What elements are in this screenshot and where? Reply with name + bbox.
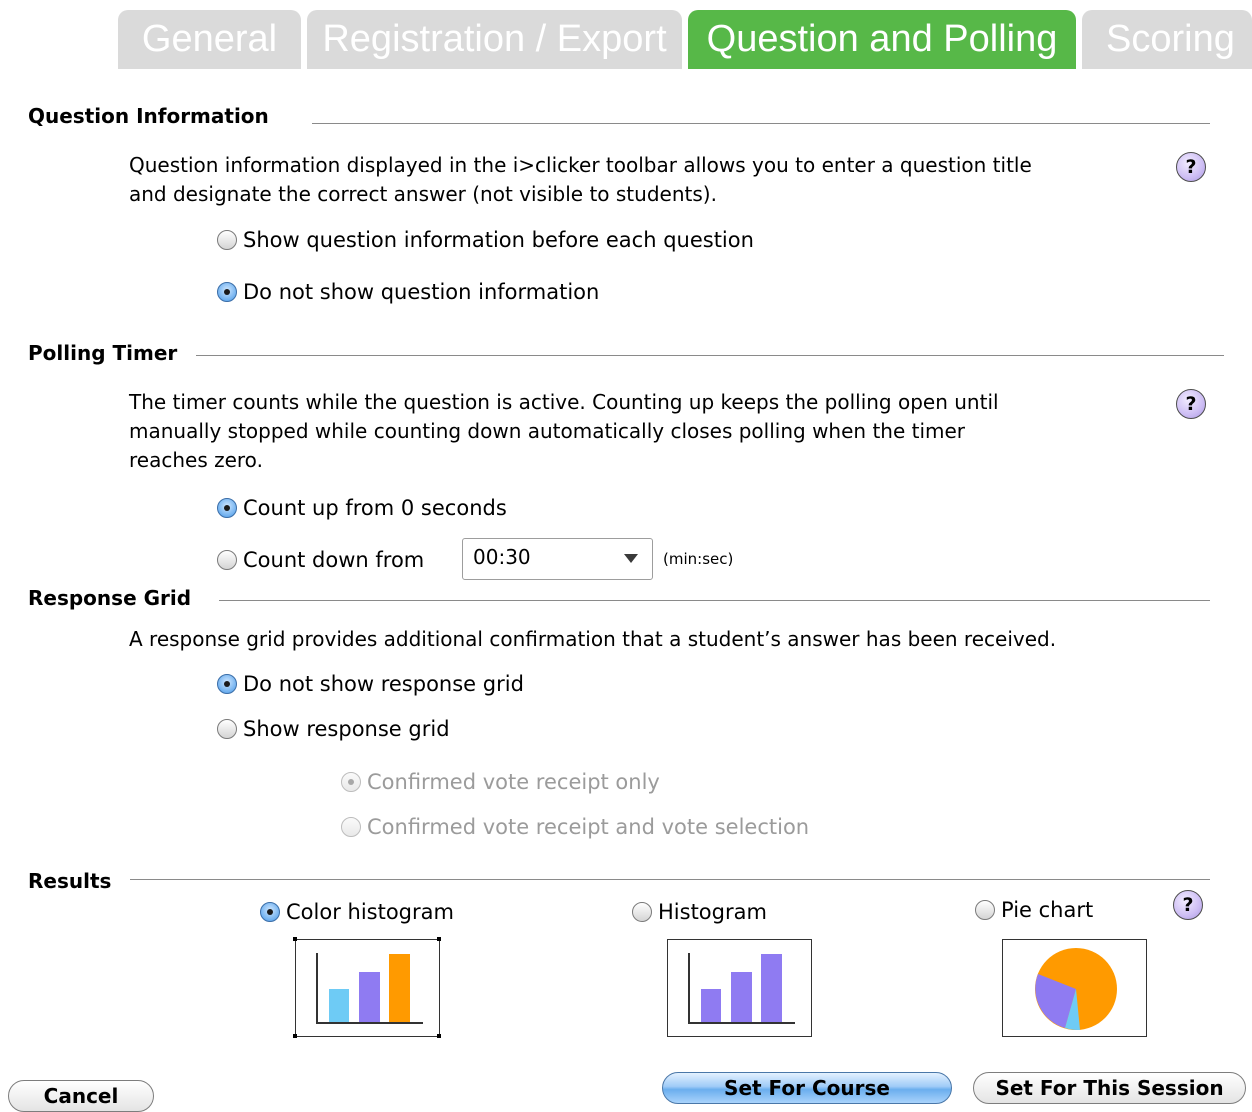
radio-label: Color histogram — [286, 900, 454, 924]
section-divider — [130, 879, 1210, 880]
radio-icon-selected-disabled — [341, 772, 361, 792]
selection-handle — [437, 1034, 441, 1038]
section-title-question-information: Question Information — [28, 104, 269, 128]
radio-label: Count up from 0 seconds — [243, 496, 507, 520]
radio-label: Confirmed vote receipt only — [367, 770, 660, 794]
set-for-course-button[interactable]: Set For Course — [662, 1072, 952, 1104]
section-divider — [312, 123, 1210, 124]
radio-icon-selected[interactable] — [217, 282, 237, 302]
radio-confirmed-vote-receipt-only: Confirmed vote receipt only — [341, 770, 660, 794]
radio-label: Do not show question information — [243, 280, 600, 304]
radio-icon[interactable] — [217, 719, 237, 739]
radio-do-not-show-question-info[interactable]: Do not show question information — [217, 280, 599, 304]
tab-registration-export[interactable]: Registration / Export — [307, 10, 682, 69]
description-line: manually stopped while counting down aut… — [129, 419, 966, 443]
radio-icon[interactable] — [632, 902, 652, 922]
section-divider — [219, 600, 1210, 601]
radio-icon[interactable] — [217, 550, 237, 570]
radio-label: Do not show response grid — [243, 672, 524, 696]
section-title-polling-timer: Polling Timer — [28, 341, 178, 365]
radio-pie-chart[interactable]: Pie chart — [975, 898, 1093, 922]
countdown-value: 00:30 — [473, 545, 531, 569]
radio-confirmed-vote-receipt-and-selection: Confirmed vote receipt and vote selectio… — [341, 815, 809, 839]
radio-icon-selected[interactable] — [217, 674, 237, 694]
tab-general[interactable]: General — [118, 10, 301, 69]
pie-chart-icon — [1035, 948, 1117, 1031]
histogram-icon — [688, 953, 795, 1024]
set-for-this-session-button[interactable]: Set For This Session — [973, 1072, 1246, 1104]
section-title-response-grid: Response Grid — [28, 586, 192, 610]
radio-icon-disabled — [341, 817, 361, 837]
section-divider — [196, 355, 1224, 356]
radio-label: Confirmed vote receipt and vote selectio… — [367, 815, 810, 839]
radio-do-not-show-response-grid[interactable]: Do not show response grid — [217, 672, 524, 696]
question-info-description: Question information displayed in the i>… — [129, 151, 1169, 209]
color-histogram-icon — [316, 953, 423, 1024]
radio-label: Histogram — [658, 900, 767, 924]
selection-handle — [293, 937, 297, 941]
help-icon[interactable]: ? — [1176, 152, 1206, 182]
help-icon[interactable]: ? — [1176, 389, 1206, 419]
help-icon[interactable]: ? — [1173, 890, 1203, 920]
selection-handle — [437, 937, 441, 941]
description-line: The timer counts while the question is a… — [129, 390, 999, 414]
tab-scoring[interactable]: Scoring — [1082, 10, 1252, 69]
radio-label: Count down from — [243, 548, 425, 572]
radio-label: Pie chart — [1001, 898, 1094, 922]
chevron-down-icon[interactable] — [624, 554, 638, 563]
tab-question-and-polling[interactable]: Question and Polling — [688, 10, 1076, 69]
radio-color-histogram[interactable]: Color histogram — [260, 900, 454, 924]
radio-label: Show response grid — [243, 717, 450, 741]
radio-icon-selected[interactable] — [260, 902, 280, 922]
histogram-preview[interactable] — [667, 939, 812, 1037]
radio-histogram[interactable]: Histogram — [632, 900, 767, 924]
description-line: Question information displayed in the i>… — [129, 153, 1032, 177]
polling-timer-description: The timer counts while the question is a… — [129, 388, 1129, 475]
cancel-button[interactable]: Cancel — [8, 1080, 154, 1112]
radio-count-up[interactable]: Count up from 0 seconds — [217, 496, 507, 520]
radio-count-down[interactable]: Count down from — [217, 548, 424, 572]
section-title-results: Results — [28, 869, 112, 893]
radio-icon-selected[interactable] — [217, 498, 237, 518]
radio-icon[interactable] — [217, 230, 237, 250]
description-line: and designate the correct answer (not vi… — [129, 182, 717, 206]
response-grid-description: A response grid provides additional conf… — [129, 627, 1057, 651]
selection-handle — [293, 1034, 297, 1038]
color-histogram-preview[interactable] — [295, 939, 440, 1037]
radio-show-response-grid[interactable]: Show response grid — [217, 717, 450, 741]
pie-chart-preview[interactable] — [1002, 939, 1147, 1037]
radio-label: Show question information before each qu… — [243, 228, 754, 252]
description-line: reaches zero. — [129, 448, 263, 472]
countdown-unit-label: (min:sec) — [663, 550, 734, 568]
radio-icon[interactable] — [975, 900, 995, 920]
radio-show-question-info[interactable]: Show question information before each qu… — [217, 228, 754, 252]
countdown-dropdown[interactable]: 00:30 — [462, 538, 653, 580]
